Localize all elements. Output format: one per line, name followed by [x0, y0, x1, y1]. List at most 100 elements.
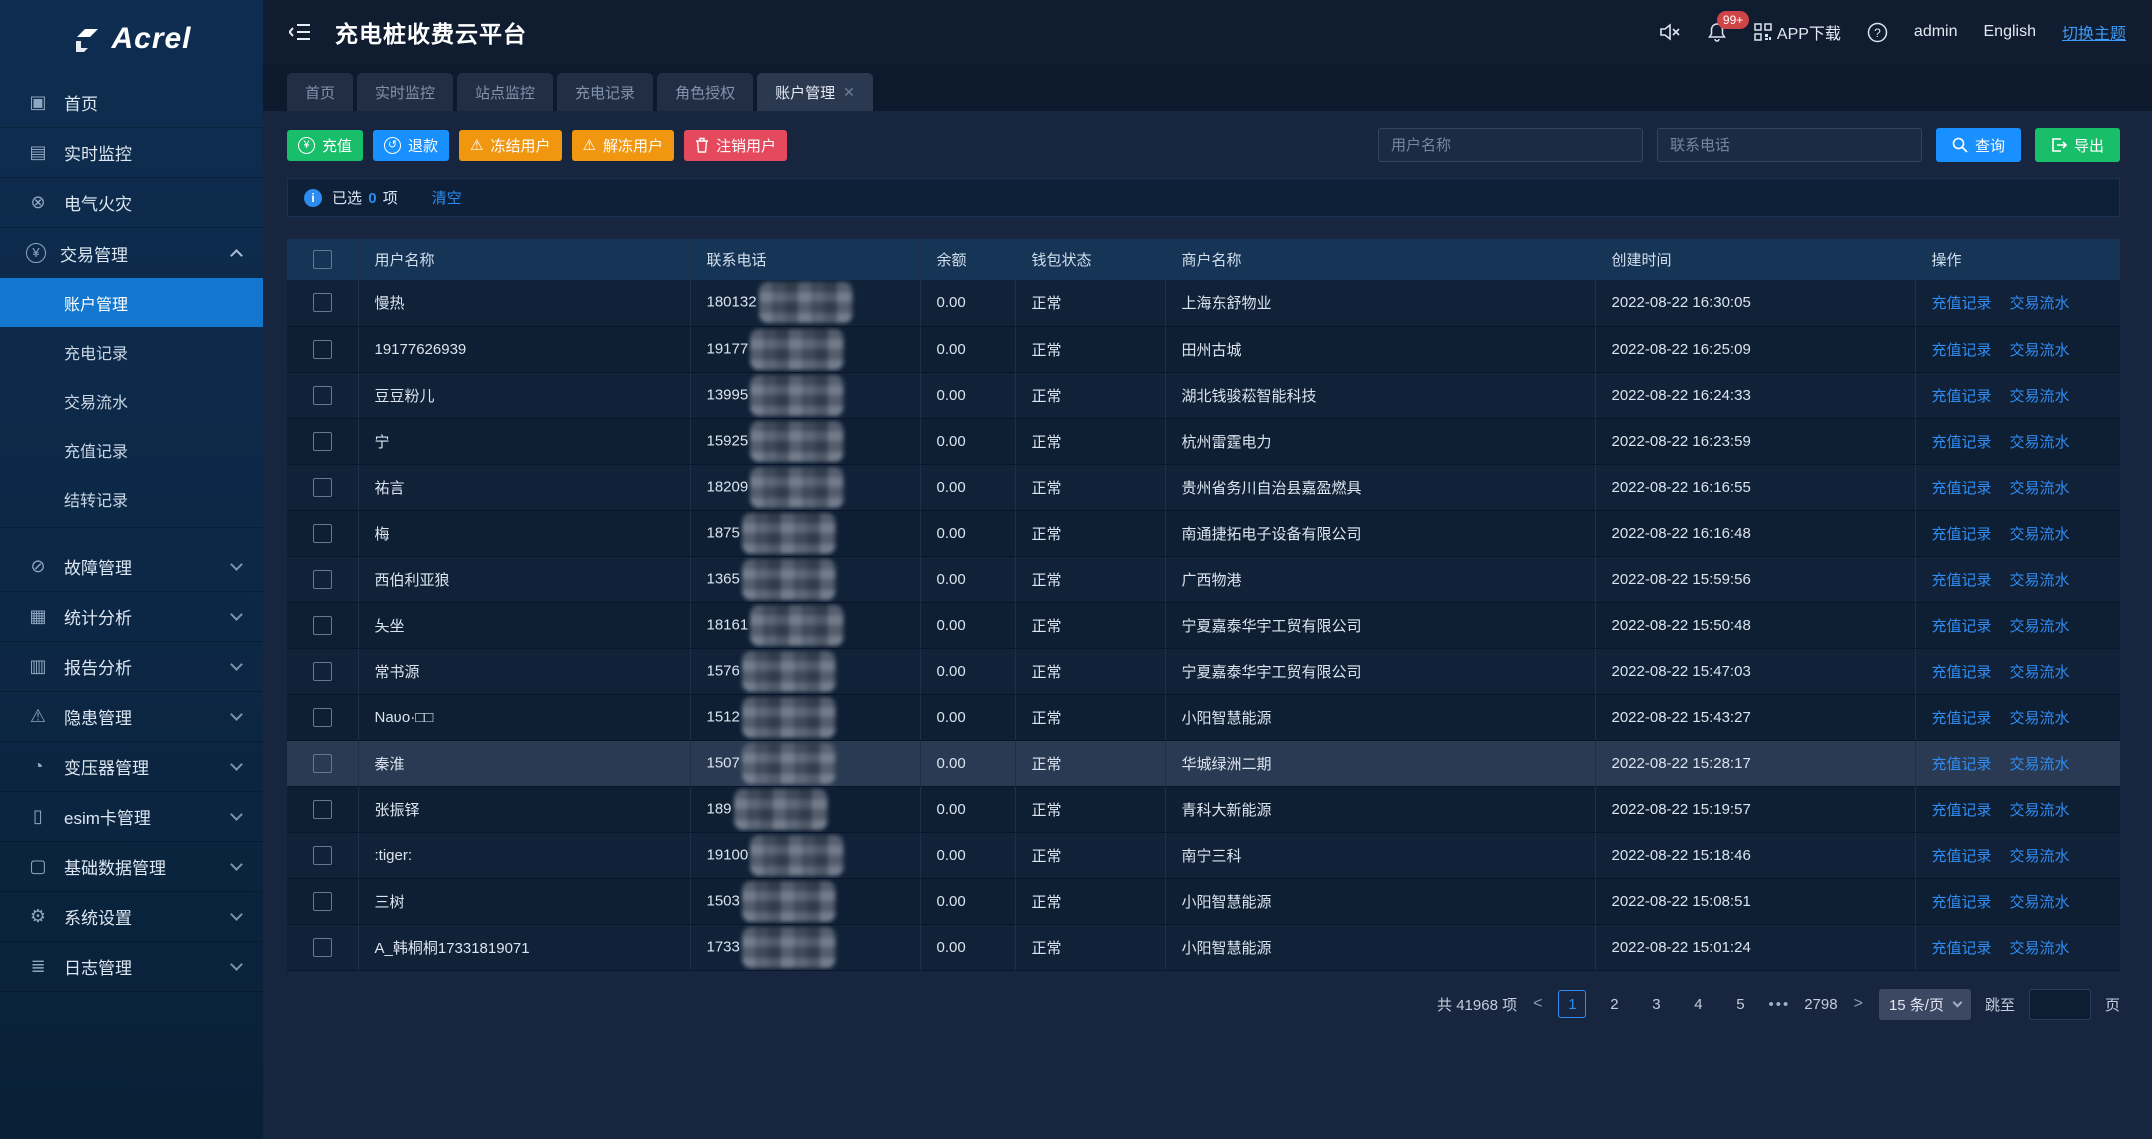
recharge-records-link[interactable]: 充值记录 — [1932, 940, 1992, 957]
transaction-flow-link[interactable]: 交易流水 — [2010, 388, 2070, 405]
row-checkbox[interactable] — [313, 846, 332, 865]
sidebar-item-fault-mgmt[interactable]: ⊘ 故障管理 — [0, 542, 263, 592]
page-button-5[interactable]: 5 — [1726, 990, 1754, 1018]
username[interactable]: admin — [1914, 23, 1958, 41]
transaction-flow-link[interactable]: 交易流水 — [2010, 940, 2070, 957]
jump-page-input[interactable] — [2029, 989, 2091, 1020]
recharge-records-link[interactable]: 充值记录 — [1932, 434, 1992, 451]
clear-selection-link[interactable]: 清空 — [432, 187, 462, 208]
transaction-flow-link[interactable]: 交易流水 — [2010, 434, 2070, 451]
page-button-3[interactable]: 3 — [1642, 990, 1670, 1018]
row-checkbox[interactable] — [313, 386, 332, 405]
page-button-2[interactable]: 2 — [1600, 990, 1628, 1018]
help-icon[interactable]: ? — [1867, 22, 1888, 43]
transaction-flow-link[interactable]: 交易流水 — [2010, 572, 2070, 589]
transaction-flow-link[interactable]: 交易流水 — [2010, 526, 2070, 543]
row-checkbox[interactable] — [313, 616, 332, 635]
tab-role-auth[interactable]: 角色授权 — [657, 73, 753, 111]
page-size-select[interactable]: 15 条/页 — [1879, 989, 1971, 1020]
sidebar-item-home[interactable]: ▣ 首页 — [0, 78, 263, 128]
sidebar-item-system-settings[interactable]: ⚙ 系统设置 — [0, 892, 263, 942]
recharge-records-link[interactable]: 充值记录 — [1932, 894, 1992, 911]
transaction-flow-link[interactable]: 交易流水 — [2010, 756, 2070, 773]
recharge-records-link[interactable]: 充值记录 — [1932, 480, 1992, 497]
recharge-records-link[interactable]: 充值记录 — [1932, 342, 1992, 359]
unfreeze-user-button[interactable]: ⚠ 解冻用户 — [572, 130, 674, 161]
transaction-flow-link[interactable]: 交易流水 — [2010, 295, 2070, 312]
recharge-records-link[interactable]: 充值记录 — [1932, 756, 1992, 773]
row-checkbox[interactable] — [313, 892, 332, 911]
deactivate-user-button[interactable]: 注销用户 — [684, 130, 787, 161]
row-checkbox[interactable] — [313, 708, 332, 727]
transaction-flow-link[interactable]: 交易流水 — [2010, 342, 2070, 359]
row-checkbox[interactable] — [313, 570, 332, 589]
sidebar-item-carryover-records[interactable]: 结转记录 — [0, 474, 263, 523]
recharge-records-link[interactable]: 充值记录 — [1932, 802, 1992, 819]
recharge-records-link[interactable]: 充值记录 — [1932, 618, 1992, 635]
row-checkbox[interactable] — [313, 478, 332, 497]
refund-button[interactable]: ↺ 退款 — [373, 130, 449, 161]
sidebar-item-esim-mgmt[interactable]: ▯ esim卡管理 — [0, 792, 263, 842]
speaker-mute-icon[interactable] — [1659, 23, 1681, 41]
phone-search-input[interactable] — [1657, 128, 1922, 162]
sidebar-item-base-data-mgmt[interactable]: ▢ 基础数据管理 — [0, 842, 263, 892]
query-button[interactable]: 查询 — [1936, 128, 2021, 162]
tab-account-mgmt[interactable]: 账户管理✕ — [757, 73, 873, 111]
tab-charge-records[interactable]: 充电记录 — [557, 73, 653, 111]
transaction-flow-link[interactable]: 交易流水 — [2010, 618, 2070, 635]
sidebar-item-transformer-mgmt[interactable]: ◔ 变压器管理 — [0, 742, 263, 792]
transaction-flow-link[interactable]: 交易流水 — [2010, 802, 2070, 819]
row-checkbox[interactable] — [313, 800, 332, 819]
freeze-user-button[interactable]: ⚠ 冻结用户 — [459, 130, 561, 161]
theme-switch-link[interactable]: 切换主题 — [2062, 20, 2126, 44]
sidebar-item-charge-records[interactable]: 充电记录 — [0, 327, 263, 376]
recharge-records-link[interactable]: 充值记录 — [1932, 848, 1992, 865]
sidebar-item-report-analysis[interactable]: ▥ 报告分析 — [0, 642, 263, 692]
transaction-flow-link[interactable]: 交易流水 — [2010, 710, 2070, 727]
tab-close-icon[interactable]: ✕ — [843, 84, 855, 101]
tab-home[interactable]: 首页 — [287, 73, 353, 111]
sidebar-item-account-mgmt[interactable]: 账户管理 — [0, 278, 263, 327]
app-download-button[interactable]: APP下载 — [1753, 20, 1841, 44]
recharge-records-link[interactable]: 充值记录 — [1932, 572, 1992, 589]
sidebar-item-log-mgmt[interactable]: ≣ 日志管理 — [0, 942, 263, 992]
recharge-records-link[interactable]: 充值记录 — [1932, 295, 1992, 312]
transaction-flow-link[interactable]: 交易流水 — [2010, 894, 2070, 911]
page-button-last[interactable]: 2798 — [1804, 990, 1837, 1018]
language-switch[interactable]: English — [1984, 23, 2036, 41]
page-button-1[interactable]: 1 — [1558, 990, 1586, 1018]
sidebar-item-hazard-mgmt[interactable]: ⚠ 隐患管理 — [0, 692, 263, 742]
recharge-records-link[interactable]: 充值记录 — [1932, 388, 1992, 405]
row-checkbox[interactable] — [313, 754, 332, 773]
sidebar-item-transaction-mgmt[interactable]: ¥ 交易管理 — [0, 228, 263, 278]
row-checkbox[interactable] — [313, 938, 332, 957]
recharge-records-link[interactable]: 充值记录 — [1932, 710, 1992, 727]
sidebar-item-stats-analysis[interactable]: ▦ 统计分析 — [0, 592, 263, 642]
row-checkbox[interactable] — [313, 340, 332, 359]
recharge-records-link[interactable]: 充值记录 — [1932, 664, 1992, 681]
transaction-flow-link[interactable]: 交易流水 — [2010, 664, 2070, 681]
bell-icon[interactable]: 99+ — [1707, 22, 1727, 42]
transaction-flow-link[interactable]: 交易流水 — [2010, 480, 2070, 497]
export-button[interactable]: 导出 — [2035, 128, 2120, 162]
prev-page-button[interactable]: < — [1531, 995, 1544, 1013]
sidebar-item-realtime-monitor[interactable]: ▤ 实时监控 — [0, 128, 263, 178]
row-checkbox[interactable] — [313, 662, 332, 681]
recharge-button[interactable]: ¥ 充值 — [287, 130, 363, 161]
tab-site-monitor[interactable]: 站点监控 — [457, 73, 553, 111]
sidebar-collapse-icon[interactable] — [289, 21, 313, 43]
transaction-flow-link[interactable]: 交易流水 — [2010, 848, 2070, 865]
row-checkbox[interactable] — [313, 524, 332, 543]
select-all-checkbox[interactable] — [313, 250, 332, 269]
page-button-4[interactable]: 4 — [1684, 990, 1712, 1018]
row-checkbox[interactable] — [313, 432, 332, 451]
sidebar-item-recharge-records[interactable]: 充值记录 — [0, 425, 263, 474]
sidebar-item-electric-fire[interactable]: ⊗ 电气火灾 — [0, 178, 263, 228]
page-ellipsis[interactable]: ••• — [1768, 996, 1790, 1013]
recharge-records-link[interactable]: 充值记录 — [1932, 526, 1992, 543]
sidebar-item-transaction-flow[interactable]: 交易流水 — [0, 376, 263, 425]
row-checkbox[interactable] — [313, 293, 332, 312]
username-search-input[interactable] — [1378, 128, 1643, 162]
tab-realtime-monitor[interactable]: 实时监控 — [357, 73, 453, 111]
next-page-button[interactable]: > — [1852, 995, 1865, 1013]
